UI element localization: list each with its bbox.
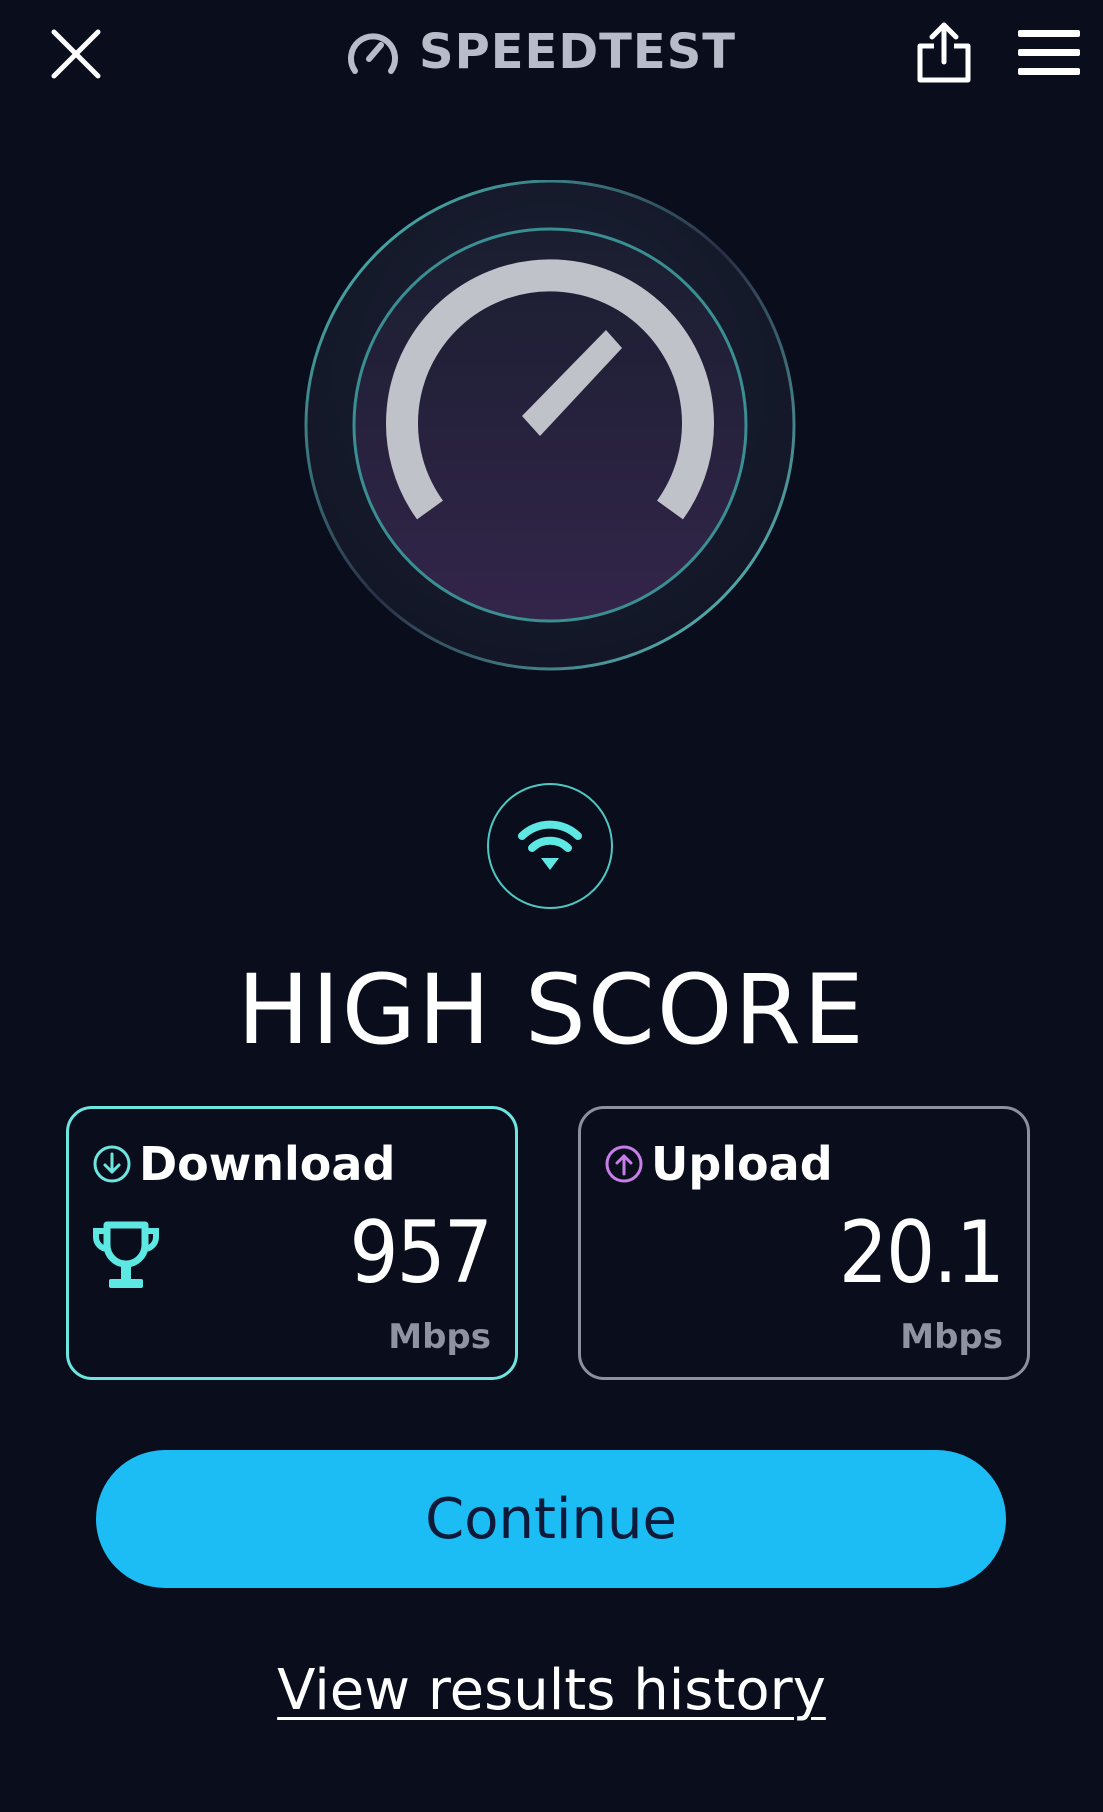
- result-title: HIGH SCORE: [237, 954, 866, 1066]
- close-icon: [51, 29, 101, 79]
- brand-logo: SPEEDTEST: [345, 20, 736, 84]
- speedometer-icon: [348, 33, 398, 74]
- upload-result-card[interactable]: Upload 20.1 Mbps: [578, 1106, 1030, 1380]
- download-label: Download: [139, 1137, 396, 1191]
- download-arrow-icon: [93, 1145, 131, 1183]
- upload-unit: Mbps: [900, 1317, 1003, 1357]
- brand-name: SPEEDTEST: [419, 24, 737, 80]
- wifi-icon: [487, 783, 613, 909]
- upload-value: 20.1: [838, 1203, 1005, 1303]
- download-unit: Mbps: [388, 1317, 491, 1357]
- menu-button[interactable]: [1016, 26, 1082, 80]
- share-icon: [917, 22, 971, 83]
- connection-type-badge: [486, 782, 614, 910]
- top-bar: SPEEDTEST: [0, 0, 1103, 110]
- upload-label: Upload: [651, 1137, 833, 1191]
- download-value: 957: [349, 1203, 493, 1303]
- share-button[interactable]: [914, 20, 974, 86]
- continue-button[interactable]: Continue: [96, 1450, 1006, 1588]
- speed-gauge: [300, 179, 800, 680]
- download-header: Download: [91, 1137, 395, 1191]
- upload-arrow-icon: [605, 1145, 643, 1183]
- hamburger-menu-icon: [1018, 30, 1080, 75]
- upload-header: Upload: [603, 1137, 833, 1191]
- view-results-history-link[interactable]: View results history: [0, 1658, 1103, 1723]
- download-result-card[interactable]: Download 957 Mbps: [66, 1106, 518, 1380]
- trophy-icon: [93, 1221, 159, 1288]
- speedometer-gauge-icon: [304, 179, 796, 671]
- close-button[interactable]: [44, 22, 108, 86]
- high-score-badge: [91, 1221, 161, 1293]
- continue-button-label: Continue: [425, 1486, 677, 1552]
